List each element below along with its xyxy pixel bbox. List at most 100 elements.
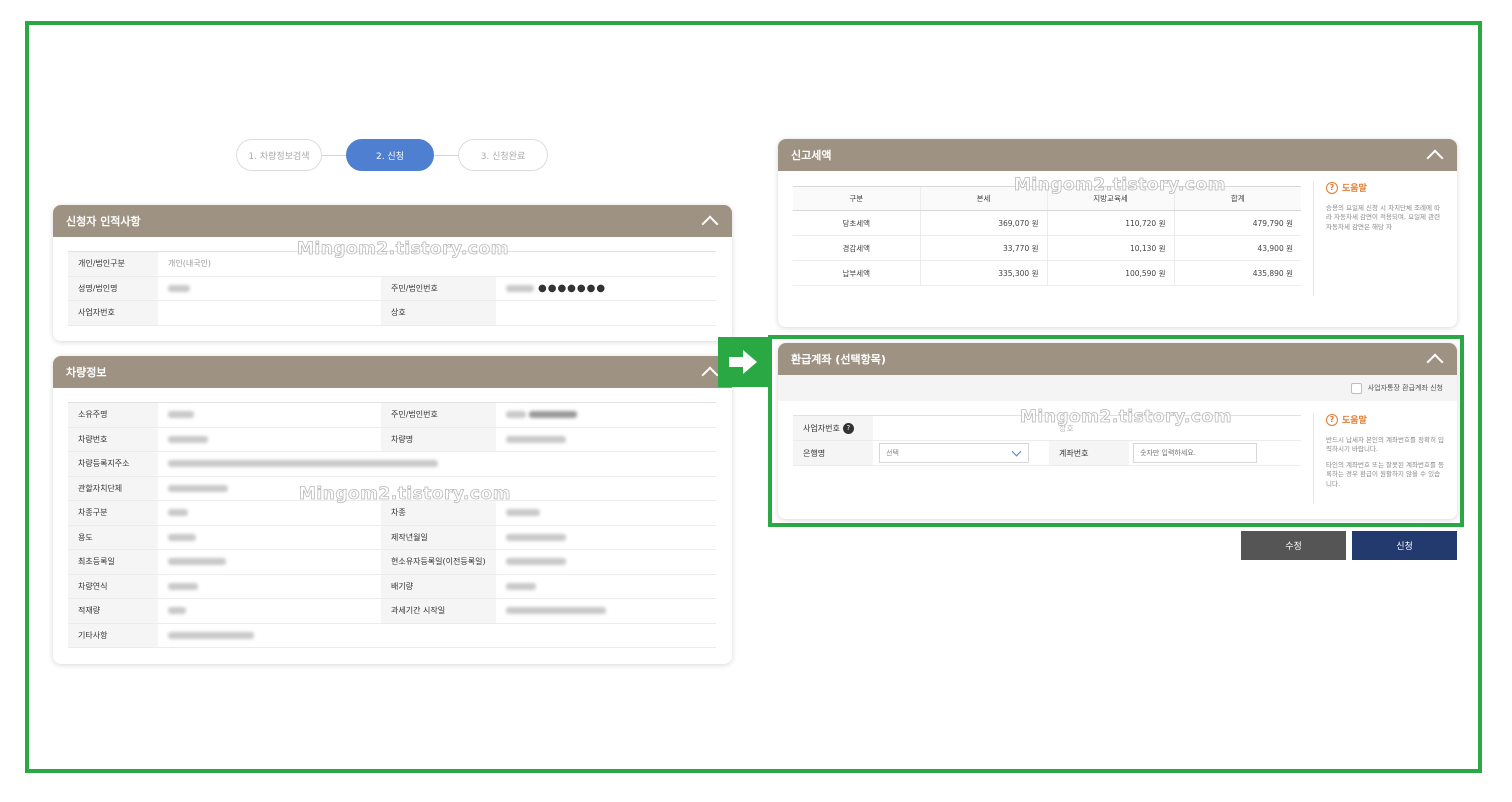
table-row: 최초등록일 현소유자등록일(이전등록일) [68,549,716,575]
kind-label: 차종구분 [68,500,158,526]
biz-no-label: 사업자번호 [803,423,840,433]
table-row: 차종구분 차종 [68,500,716,526]
total-tax: 43,900 원 [1173,235,1301,261]
arrow-right-icon [718,337,768,387]
step-1: 1. 차량정보검색 [236,139,322,171]
base-tax: 33,770 원 [919,235,1047,261]
owner-label: 소유주명 [68,402,158,428]
table-row: 적재량 과세기간 시작일 [68,598,716,624]
table-row: 납부세액 335,300 원 100,590 원 435,890 원 [793,260,1301,286]
chevron-down-icon [1011,446,1022,456]
usage-label: 용도 [68,525,158,550]
vehicle-panel: 차량정보 소유주명 주민/법인번호 차량번호 차량명 차량등록지주소 관할자치단… [53,356,732,664]
column-header: 구분 [793,186,920,211]
applicant-table: 개인/법인구분 개인(내국인) 성명/법인명 주민/법인번호 ●●●●●●● 사… [68,251,716,326]
table-row: 당초세액 369,070 원 110,720 원 479,790 원 [793,210,1301,236]
total-tax: 479,790 원 [1173,210,1301,236]
tax-panel-title: 신고세액 [791,149,832,162]
column-header: 합계 [1173,186,1301,211]
table-row: 차량등록지주소 [68,451,716,477]
etc-label: 기타사항 [68,623,158,648]
chevron-up-icon[interactable] [1426,353,1444,371]
column-header: 본세 [919,186,1047,211]
refund-panel-header[interactable]: 환급계좌 (선택항목) [778,343,1457,375]
trade-label: 상호 [381,300,496,326]
tax-table: 구분 본세 지방교육세 합계 당초세액 369,070 원 110,720 원 … [793,186,1301,286]
table-header-row: 구분 본세 지방교육세 합계 [793,186,1301,211]
row-label: 납부세액 [793,260,920,286]
tax-panel-header[interactable]: 신고세액 [778,139,1457,171]
edu-tax: 110,720 원 [1046,210,1174,236]
type-label: 차종 [381,500,496,526]
chevron-up-icon[interactable] [1426,149,1444,167]
id-label: 주민/법인번호 [381,276,496,301]
refund-options-bar: 사업자통장 환급계좌 신청 [778,375,1457,401]
biz-account-checkbox-label: 사업자통장 환급계좌 신청 [1367,384,1443,392]
edit-button[interactable]: 수정 [1241,531,1346,560]
step-2-active: 2. 신청 [346,139,434,171]
type-label: 개인/법인구분 [68,251,158,277]
help-text: 반드시 납세자 본인의 계좌번호를 정확히 입력하시기 바랍니다. [1326,436,1444,454]
model-label: 차량연식 [68,574,158,599]
bank-select-value: 선택 [886,449,899,457]
table-row: 관할자치단체 [68,476,716,501]
vehicle-table: 소유주명 주민/법인번호 차량번호 차량명 차량등록지주소 관할자치단체 차종구… [68,402,716,648]
question-icon: ? [1326,181,1338,194]
id-value: ●●●●●●● [496,276,716,301]
apply-button[interactable]: 신청 [1352,531,1457,560]
step-connector [434,154,458,156]
total-tax: 435,890 원 [1173,260,1301,286]
row-label: 경감세액 [793,235,920,261]
edu-tax: 10,130 원 [1046,235,1174,261]
trade-value [496,300,716,326]
type-value: 개인(내국인) [158,251,716,277]
table-row: 용도 제작년월일 [68,525,716,550]
refund-panel: 환급계좌 (선택항목) 사업자통장 환급계좌 신청 사업자번호? 상호 은행명 … [778,343,1457,519]
question-icon: ? [1326,413,1338,426]
account-number-input[interactable] [1133,443,1257,463]
name-label: 성명/법인명 [68,276,158,301]
plate-label: 차량번호 [68,427,158,452]
applicant-panel-header[interactable]: 신청자 인적사항 [53,205,732,237]
progress-stepper: 1. 차량정보검색 2. 신청 3. 신청완료 [236,139,548,171]
table-row: 차량번호 차량명 [68,427,716,452]
table-row: 소유주명 주민/법인번호 [68,402,716,428]
help-title: 도움말 [1342,184,1367,194]
car-name-label: 차량명 [381,427,496,452]
refund-panel-title: 환급계좌 (선택항목) [791,353,886,366]
biz-label: 사업자번호 [68,300,158,326]
vehicle-panel-header[interactable]: 차량정보 [53,356,732,388]
cc-label: 배기량 [381,574,496,599]
bank-select[interactable]: 선택 [879,443,1029,463]
step-connector [322,154,346,156]
name-value [158,276,381,301]
refund-form-table: 사업자번호? 상호 은행명 선택 계좌번호 [793,415,1301,466]
tax-panel: 신고세액 구분 본세 지방교육세 합계 당초세액 369,070 원 110,7… [778,139,1457,327]
chevron-up-icon[interactable] [701,366,719,384]
table-row: 은행명 선택 계좌번호 [793,440,1301,466]
table-row: 기타사항 [68,623,716,648]
tax-start-label: 과세기간 시작일 [381,598,496,624]
load-label: 적재량 [68,598,158,624]
table-row: 성명/법인명 주민/법인번호 ●●●●●●● [68,276,716,301]
biz-no-value [873,415,1049,441]
base-tax: 369,070 원 [919,210,1047,236]
question-icon[interactable]: ? [842,422,854,434]
applicant-panel: 신청자 인적사항 개인/법인구분 개인(내국인) 성명/법인명 주민/법인번호 … [53,205,732,341]
id-mask: ●●●●●●● [538,282,607,294]
table-row: 개인/법인구분 개인(내국인) [68,251,716,277]
table-row: 경감세액 33,770 원 10,130 원 43,900 원 [793,235,1301,261]
first-reg-label: 최초등록일 [68,549,158,575]
step-3: 3. 신청완료 [458,139,548,171]
gov-label: 관할자치단체 [68,476,158,501]
owner-label: 상호 [1049,415,1129,441]
address-label: 차량등록지주소 [68,451,158,477]
account-label: 계좌번호 [1049,440,1129,466]
chevron-up-icon[interactable] [701,215,719,233]
table-row: 차량연식 배기량 [68,574,716,599]
owner-reg-label: 현소유자등록일(이전등록일) [381,549,496,575]
column-header: 지방교육세 [1046,186,1174,211]
owner-id-label: 주민/법인번호 [381,402,496,428]
bank-label: 은행명 [793,440,873,466]
biz-account-checkbox[interactable] [1350,382,1362,394]
